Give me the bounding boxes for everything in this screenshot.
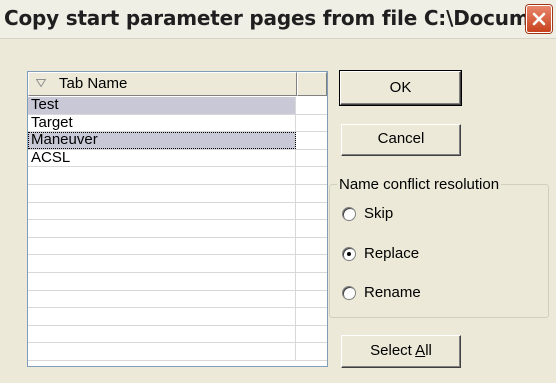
- name-conflict-groupbox: [329, 184, 549, 318]
- list-row[interactable]: Target: [28, 113, 327, 133]
- list-row[interactable]: [28, 167, 327, 185]
- select-all-mnemonic: A: [415, 342, 426, 359]
- row-label: Maneuver: [31, 131, 98, 149]
- select-all-label-prefix: Select: [370, 342, 416, 359]
- list-row[interactable]: [28, 290, 327, 309]
- column-header-tab-name[interactable]: Tab Name: [28, 72, 297, 96]
- name-conflict-label: Name conflict resolution: [337, 176, 502, 193]
- list-row[interactable]: [28, 255, 327, 273]
- radio-label: Replace: [364, 245, 420, 262]
- column-header-label: Tab Name: [59, 75, 128, 92]
- ok-button[interactable]: OK: [339, 70, 462, 106]
- row-label: Test: [31, 96, 59, 113]
- list-row[interactable]: Maneuver: [28, 131, 327, 150]
- title-bar[interactable]: Copy start parameter pages from file C:\…: [0, 0, 556, 39]
- list-row[interactable]: [28, 220, 327, 238]
- radio-circle: [342, 247, 356, 261]
- radio-label: Rename: [364, 284, 421, 301]
- list-row[interactable]: ACSL: [28, 148, 327, 168]
- cancel-button[interactable]: Cancel: [341, 124, 461, 156]
- list-row[interactable]: [28, 272, 327, 291]
- list-row[interactable]: [28, 202, 327, 221]
- radio-circle: [342, 207, 356, 221]
- window-title: Copy start parameter pages from file C:\…: [4, 6, 552, 30]
- list-header: Tab Name: [28, 72, 327, 96]
- row-label: Target: [31, 113, 73, 131]
- list-rows: Test Target Maneuver ACSL: [28, 96, 327, 361]
- list-row[interactable]: Test: [28, 96, 327, 115]
- tab-list[interactable]: Tab Name Test Target Maneuver ACSL: [27, 71, 328, 367]
- sort-descending-icon: [36, 79, 46, 87]
- row-label: ACSL: [31, 148, 71, 166]
- list-row[interactable]: [28, 237, 327, 256]
- list-row[interactable]: [28, 343, 327, 361]
- select-all-label-suffix: ll: [425, 342, 432, 359]
- close-button[interactable]: [526, 5, 552, 33]
- list-row[interactable]: [28, 325, 327, 344]
- close-icon: [532, 12, 546, 26]
- radio-label: Skip: [364, 205, 394, 222]
- radio-circle: [342, 286, 356, 300]
- radio-selected-dot: [347, 252, 351, 256]
- column-header-extra[interactable]: [297, 72, 327, 96]
- select-all-button[interactable]: Select All: [341, 335, 461, 368]
- copy-pages-dialog: Copy start parameter pages from file C:\…: [0, 0, 556, 383]
- list-row[interactable]: [28, 308, 327, 326]
- list-row[interactable]: [28, 184, 327, 203]
